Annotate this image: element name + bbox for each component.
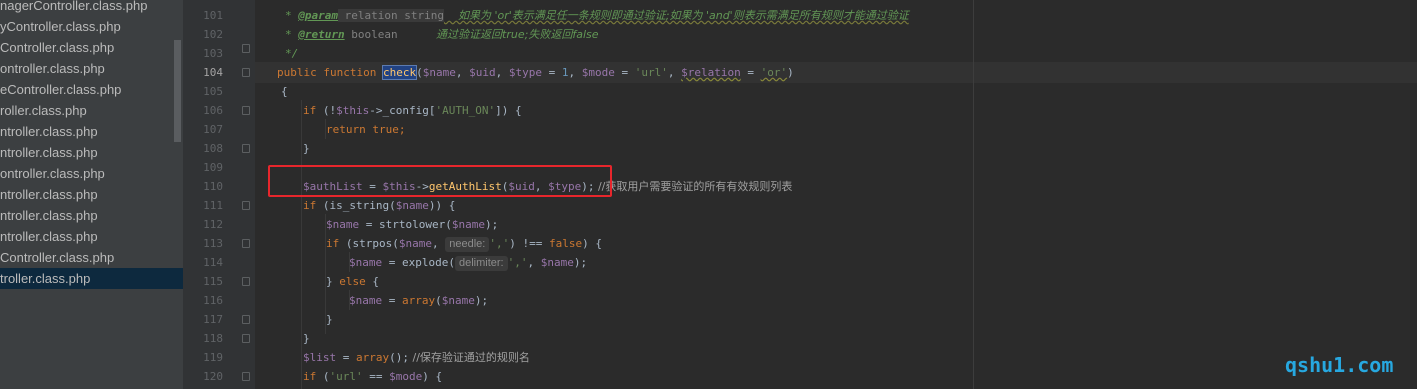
code-line: * @param relation string 如果为 'or'表示满足任一条… (285, 9, 909, 22)
file-tree-item[interactable]: Controller.class.php (0, 37, 183, 58)
line-number: 119 (203, 351, 223, 364)
line-number-current: 104 (203, 66, 223, 79)
file-tree-item[interactable]: eController.class.php (0, 79, 183, 100)
code-line: } (303, 332, 310, 345)
line-number: 101 (203, 9, 223, 22)
code-line: if ('url' == $mode) { (303, 370, 443, 383)
file-tree-item[interactable]: nagerController.class.php (0, 0, 183, 16)
line-number: 115 (203, 275, 223, 288)
line-number-gutter: 101 102 103 104 105 106 107 108 109 110 … (183, 0, 255, 389)
line-number: 113 (203, 237, 223, 250)
fold-marker-icon[interactable] (242, 277, 250, 286)
fold-marker-icon[interactable] (242, 106, 250, 115)
code-line: $name = array($name); (349, 294, 489, 307)
line-number: 107 (203, 123, 223, 136)
project-file-tree: nagerController.class.php yController.cl… (0, 0, 183, 389)
line-number: 105 (203, 85, 223, 98)
file-tree-item[interactable]: ontroller.class.php (0, 58, 183, 79)
file-tree-item[interactable]: ntroller.class.php (0, 121, 183, 142)
line-number: 117 (203, 313, 223, 326)
fold-marker-icon[interactable] (242, 372, 250, 381)
line-number: 114 (203, 256, 223, 269)
fold-marker-icon[interactable] (242, 68, 250, 77)
code-line: if (!$this->_config['AUTH_ON']) { (303, 104, 522, 117)
code-line: if (is_string($name)) { (303, 199, 456, 212)
line-number: 118 (203, 332, 223, 345)
code-line: $name = explode(delimiter: ',', $name); (349, 256, 588, 271)
code-line: } (326, 313, 333, 326)
line-number: 120 (203, 370, 223, 383)
parameter-hint: delimiter: (454, 256, 508, 271)
code-line: { (281, 85, 288, 98)
fold-marker-icon[interactable] (242, 44, 250, 53)
line-number: 109 (203, 161, 223, 174)
code-line: */ (285, 47, 299, 60)
file-tree-item[interactable]: ntroller.class.php (0, 184, 183, 205)
file-tree-item[interactable]: ontroller.class.php (0, 163, 183, 184)
file-tree-item[interactable]: ntroller.class.php (0, 142, 183, 163)
sidebar-scrollbar[interactable] (174, 40, 181, 142)
watermark-text: qshu1.com (1285, 353, 1394, 377)
line-number: 110 (203, 180, 223, 193)
file-tree-item[interactable]: Controller.class.php (0, 247, 183, 268)
indent-guide (301, 100, 302, 389)
code-line: } else { (326, 275, 379, 288)
line-number: 116 (203, 294, 223, 307)
code-line-current: public function check($name, $uid, $type… (277, 65, 794, 80)
file-tree-item[interactable]: ntroller.class.php (0, 205, 183, 226)
highlight-annotation-box (268, 165, 612, 197)
fold-marker-icon[interactable] (242, 201, 250, 210)
code-line: $list = array(); //保存验证通过的规则名 (303, 351, 530, 364)
method-name-check: check (381, 65, 418, 80)
code-line: if (strpos($name, needle: ',') !== false)… (326, 237, 602, 252)
line-number: 103 (203, 47, 223, 60)
line-number: 108 (203, 142, 223, 155)
file-tree-item-selected[interactable]: troller.class.php (0, 268, 183, 289)
fold-marker-icon[interactable] (242, 239, 250, 248)
line-number: 106 (203, 104, 223, 117)
code-line: return true; (326, 123, 406, 136)
file-tree-item[interactable]: yController.class.php (0, 16, 183, 37)
fold-marker-icon[interactable] (242, 315, 250, 324)
line-number: 102 (203, 28, 223, 41)
file-tree-item[interactable]: roller.class.php (0, 100, 183, 121)
code-line: * @return boolean 通过验证返回true;失败返回false (285, 28, 599, 41)
fold-marker-icon[interactable] (242, 334, 250, 343)
code-line: $name = strtolower($name); (326, 218, 499, 231)
parameter-hint: needle: (445, 237, 490, 252)
fold-marker-icon[interactable] (242, 144, 250, 153)
code-line: } (303, 142, 310, 155)
line-number: 112 (203, 218, 223, 231)
file-tree-item[interactable]: ntroller.class.php (0, 226, 183, 247)
line-number: 111 (203, 199, 223, 212)
